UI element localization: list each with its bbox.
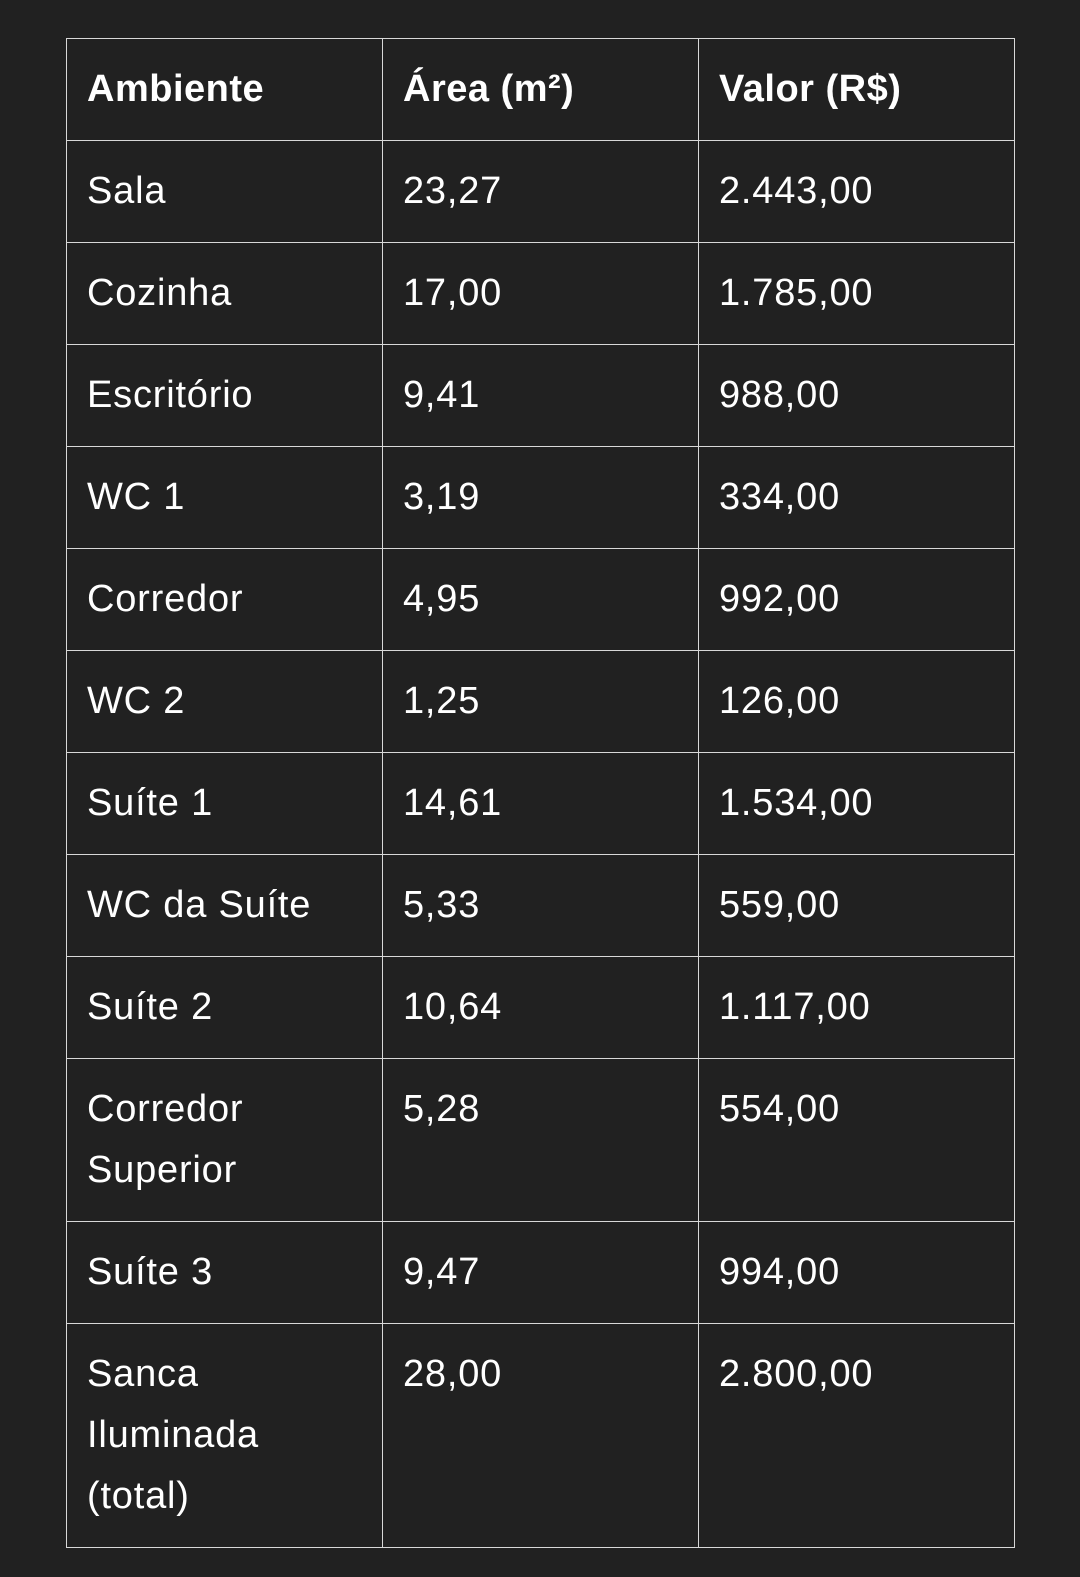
cell-area: 14,61 [382,752,699,855]
cell-valor: 334,00 [698,446,1015,549]
table-header: Ambiente Área (m²) Valor (R$) [66,38,1015,141]
cell-ambiente: Escritório [66,344,383,447]
table-row: Cozinha 17,00 1.785,00 [66,242,1015,345]
cell-area: 23,27 [382,140,699,243]
cell-valor: 2.443,00 [698,140,1015,243]
cell-valor: 994,00 [698,1221,1015,1324]
cell-valor: 992,00 [698,548,1015,651]
table-row: Sanca Iluminada (total) 28,00 2.800,00 [66,1323,1015,1548]
cell-area: 4,95 [382,548,699,651]
cell-ambiente: Corredor Superior [66,1058,383,1222]
header-area: Área (m²) [382,38,699,141]
cell-area: 9,47 [382,1221,699,1324]
cell-ambiente: WC da Suíte [66,854,383,957]
room-values-table-container: Ambiente Área (m²) Valor (R$) Sala 23,27… [66,38,1015,1548]
cell-ambiente: Corredor [66,548,383,651]
cell-ambiente: Sanca Iluminada (total) [66,1323,383,1548]
cell-area: 17,00 [382,242,699,345]
cell-area: 9,41 [382,344,699,447]
cell-ambiente: Sala [66,140,383,243]
cell-area: 5,33 [382,854,699,957]
table-row: Sala 23,27 2.443,00 [66,140,1015,243]
cell-ambiente: Suíte 1 [66,752,383,855]
cell-ambiente: WC 1 [66,446,383,549]
header-valor: Valor (R$) [698,38,1015,141]
table-row: Suíte 1 14,61 1.534,00 [66,752,1015,855]
cell-area: 28,00 [382,1323,699,1548]
cell-valor: 559,00 [698,854,1015,957]
table-row: Suíte 3 9,47 994,00 [66,1221,1015,1324]
table-row: Suíte 2 10,64 1.117,00 [66,956,1015,1059]
table-row: WC 1 3,19 334,00 [66,446,1015,549]
table-row: WC 2 1,25 126,00 [66,650,1015,753]
header-row: Ambiente Área (m²) Valor (R$) [66,38,1015,141]
cell-valor: 2.800,00 [698,1323,1015,1548]
cell-area: 10,64 [382,956,699,1059]
cell-valor: 1.117,00 [698,956,1015,1059]
table-row: WC da Suíte 5,33 559,00 [66,854,1015,957]
header-ambiente: Ambiente [66,38,383,141]
cell-area: 5,28 [382,1058,699,1222]
table-row: Corredor Superior 5,28 554,00 [66,1058,1015,1222]
cell-ambiente: Suíte 3 [66,1221,383,1324]
cell-valor: 1.785,00 [698,242,1015,345]
table-row: Escritório 9,41 988,00 [66,344,1015,447]
cell-valor: 126,00 [698,650,1015,753]
room-values-table: Ambiente Área (m²) Valor (R$) Sala 23,27… [66,38,1015,1548]
cell-ambiente: Cozinha [66,242,383,345]
table-row: Corredor 4,95 992,00 [66,548,1015,651]
cell-valor: 988,00 [698,344,1015,447]
cell-area: 1,25 [382,650,699,753]
cell-area: 3,19 [382,446,699,549]
table-body: Sala 23,27 2.443,00 Cozinha 17,00 1.785,… [66,140,1015,1548]
cell-valor: 1.534,00 [698,752,1015,855]
cell-ambiente: WC 2 [66,650,383,753]
cell-ambiente: Suíte 2 [66,956,383,1059]
cell-valor: 554,00 [698,1058,1015,1222]
